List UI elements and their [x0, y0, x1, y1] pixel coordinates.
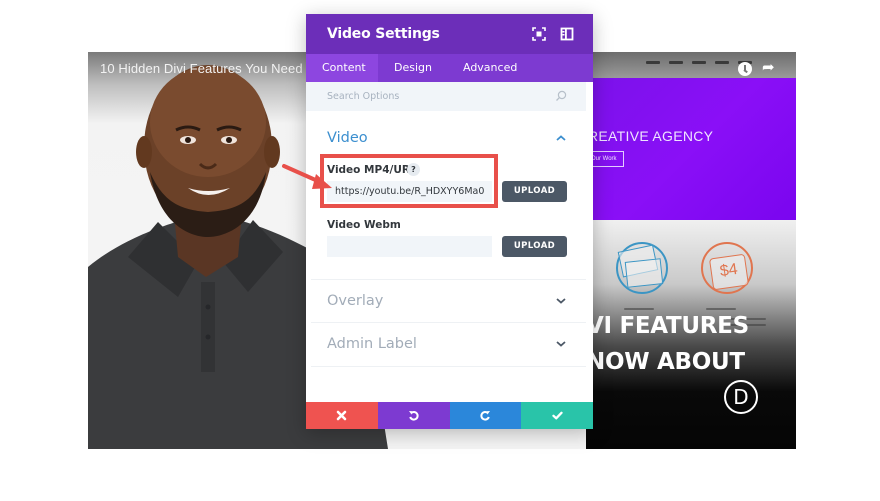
modal-scrollbar[interactable] [586, 82, 593, 402]
share-icon[interactable]: ➦ [762, 60, 775, 75]
preview-hero: REATIVE AGENCY Our Work [586, 78, 796, 220]
fullscreen-icon[interactable] [532, 27, 546, 41]
upload-webm-button[interactable]: UPLOAD [502, 236, 567, 257]
section-video-title[interactable]: Video [327, 130, 368, 146]
upload-mp4-button[interactable]: UPLOAD [502, 181, 567, 202]
video-webm-label: Video Webm [327, 219, 401, 231]
section-divider [311, 279, 586, 280]
preview-headline-line1: VI FEATURES [586, 313, 749, 339]
tab-advanced[interactable]: Advanced [448, 54, 532, 82]
preview-headline-line2: NOW ABOUT [586, 349, 745, 375]
help-icon[interactable]: ? [407, 163, 420, 176]
check-icon [551, 411, 563, 420]
hero-heading: REATIVE AGENCY [588, 128, 714, 144]
chevron-down-icon[interactable] [555, 297, 567, 305]
discard-button[interactable] [306, 402, 378, 429]
divi-logo: D [724, 380, 758, 414]
site-preview: ➦ REATIVE AGENCY Our Work VI FEATURES NO… [586, 52, 796, 449]
clock-icon[interactable] [738, 62, 752, 76]
save-button[interactable] [521, 402, 593, 429]
video-mp4-url-label: Video MP4/URL [327, 164, 417, 176]
video-title: 10 Hidden Divi Features You Need to [100, 61, 318, 76]
lorem-line [706, 308, 736, 310]
gallery-icon [616, 242, 668, 294]
undo-button[interactable] [377, 402, 450, 429]
tab-design[interactable]: Design [378, 54, 448, 82]
redo-icon [480, 410, 490, 421]
video-mp4-url-input[interactable] [327, 181, 492, 202]
section-divider [311, 366, 586, 367]
preview-nav [646, 61, 752, 64]
section-divider [311, 322, 586, 323]
video-settings-modal: Video Settings Content Design Advanced V… [306, 14, 593, 429]
section-overlay-title[interactable]: Overlay [327, 293, 383, 309]
pricing-icon [701, 242, 753, 294]
video-webm-input[interactable] [327, 236, 492, 257]
modal-title: Video Settings [327, 26, 440, 42]
modal-tabs: Content Design Advanced [306, 54, 593, 82]
annotation-arrow-icon [282, 164, 332, 189]
preview-top-bar: ➦ [586, 52, 796, 78]
search-bar [306, 82, 586, 111]
chevron-up-icon[interactable] [555, 134, 567, 142]
undo-icon [409, 410, 419, 421]
modal-body: Video Video MP4/URL ? UPLOAD Video Webm … [306, 82, 586, 402]
modal-header: Video Settings [306, 14, 593, 54]
chevron-down-icon[interactable] [555, 340, 567, 348]
tab-content[interactable]: Content [306, 54, 378, 82]
modal-action-bar [306, 402, 593, 429]
snap-sidebar-icon[interactable] [560, 27, 574, 41]
close-icon [337, 410, 347, 421]
redo-button[interactable] [449, 402, 522, 429]
search-icon[interactable] [555, 90, 567, 102]
section-admin-label-title[interactable]: Admin Label [327, 336, 417, 352]
lorem-line [624, 308, 654, 310]
search-options-input[interactable] [327, 88, 547, 105]
